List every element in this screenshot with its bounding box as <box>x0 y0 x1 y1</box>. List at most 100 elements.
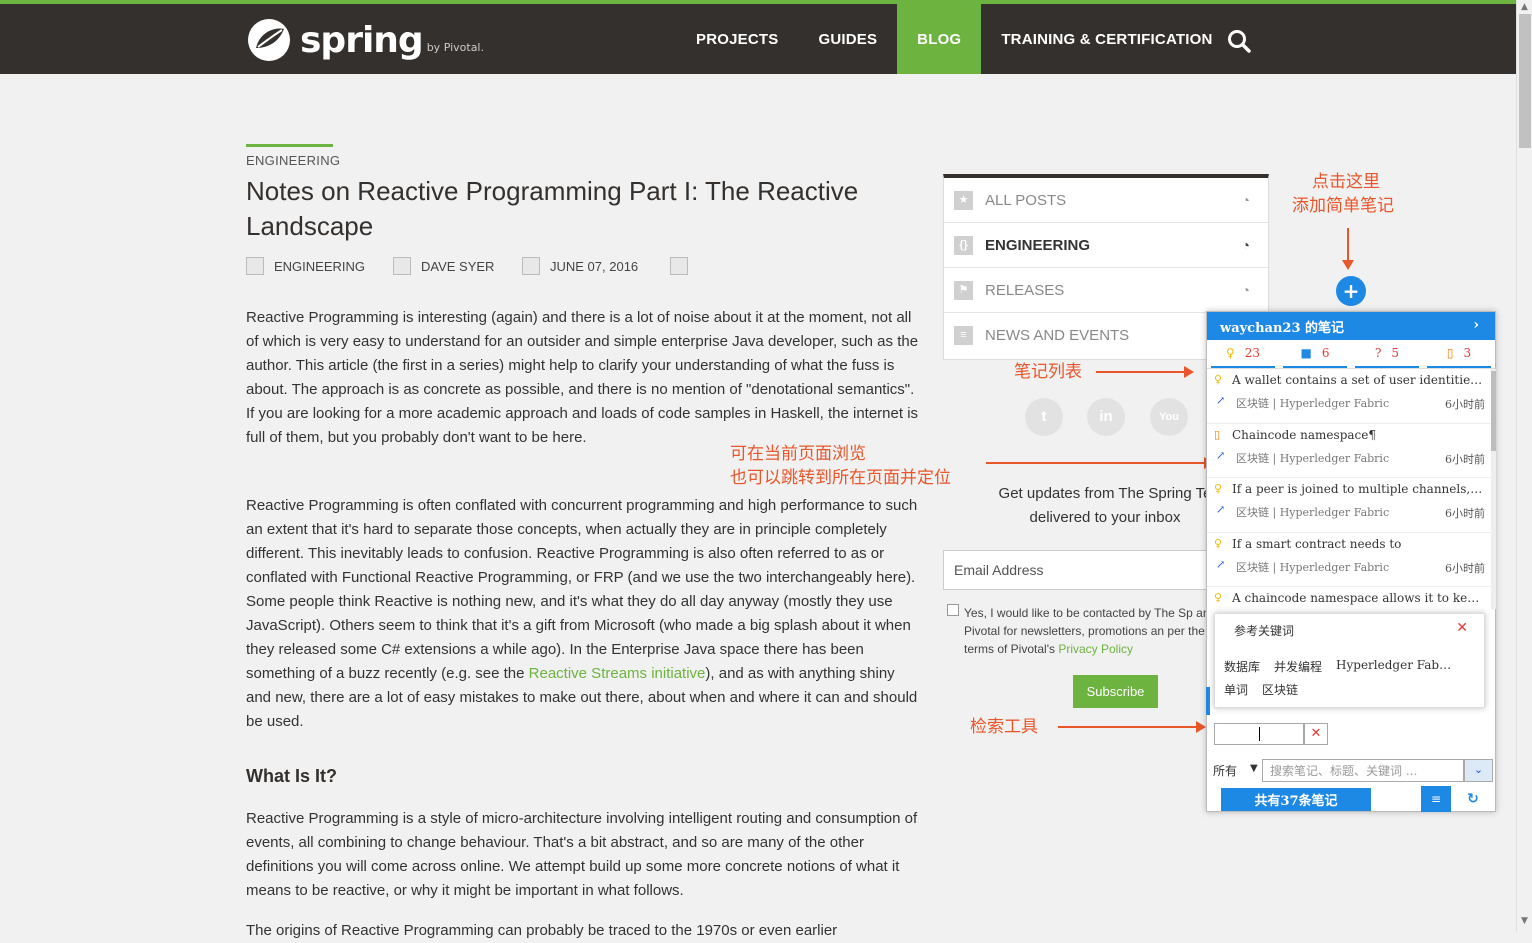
article-category[interactable]: ENGINEERING <box>246 153 340 168</box>
stat-count: 6 <box>1321 346 1330 360</box>
jump-to-page-icon[interactable]: ↗ <box>1216 558 1225 571</box>
note-time: 6小时前 <box>1445 398 1485 411</box>
note-time: 6小时前 <box>1445 507 1485 520</box>
linkedin-icon[interactable]: in <box>1087 398 1125 436</box>
chevron-down-icon[interactable]: ▼ <box>1250 763 1258 774</box>
stat-count: 5 <box>1391 346 1400 360</box>
top-navbar: spring by Pivotal. PROJECTS GUIDES BLOG … <box>0 4 1516 74</box>
tab-questions[interactable]: ? 5 <box>1355 340 1419 368</box>
youtube-icon[interactable]: You <box>1150 398 1188 436</box>
tab-ideas[interactable]: ♀ 23 <box>1211 340 1275 368</box>
meta-date: JUNE 07, 2016 <box>522 257 638 275</box>
article-paragraph-4: The origins of Reactive Programming can … <box>246 922 838 939</box>
clear-keyword-icon[interactable]: ✕ <box>1304 723 1328 745</box>
sidebar-item-releases[interactable]: ⚑ RELEASES ◔ <box>944 268 1268 313</box>
add-note-button[interactable]: + <box>1336 276 1366 306</box>
jump-to-page-icon[interactable]: ↗ <box>1216 449 1225 462</box>
filter-icon[interactable]: ≡ <box>1421 786 1451 812</box>
main-nav: PROJECTS GUIDES BLOG TRAINING & CERTIFIC… <box>676 4 1233 74</box>
list-item[interactable]: ♀ If a peer is joined to multiple channel… <box>1207 478 1491 533</box>
rss-icon[interactable]: ◔ <box>1242 237 1250 253</box>
meta-category[interactable]: ENGINEERING <box>246 257 365 275</box>
note-tags: 区块链 | Hyperledger Fabric <box>1236 397 1390 410</box>
reactive-streams-link[interactable]: Reactive Streams initiative <box>529 665 706 682</box>
note-title: A chaincode namespace allows it to ke… <box>1232 591 1480 605</box>
refresh-icon[interactable]: ↻ <box>1462 788 1484 810</box>
article-title: Notes on Reactive Programming Part I: Th… <box>246 176 859 241</box>
list-item[interactable]: ♀ A wallet contains a set of user identit… <box>1207 369 1491 424</box>
annotation-browse-2: 也可以跳转到所在页面并定位 <box>730 468 951 488</box>
search-icon[interactable] <box>1226 28 1252 58</box>
keyword-chip[interactable]: 数据库 <box>1224 658 1260 675</box>
chevron-right-icon[interactable]: › <box>1473 317 1479 333</box>
tab-clips[interactable]: ▯ 3 <box>1427 340 1491 368</box>
list-item[interactable]: ▯ Chaincode namespace¶ ↗ 区块链 | Hyperledger… <box>1207 424 1491 478</box>
note-tags: 区块链 | Hyperledger Fabric <box>1236 451 1390 465</box>
nav-training[interactable]: TRAINING & CERTIFICATION <box>981 4 1232 74</box>
email-field[interactable]: Email Address <box>943 550 1223 590</box>
privacy-policy-link[interactable]: Privacy Policy <box>1058 642 1133 656</box>
tab-comments[interactable]: ■ 6 <box>1283 340 1347 368</box>
keyword-row-1: 数据库 并发编程 Hyperledger Fab… <box>1224 658 1465 675</box>
scroll-up-icon[interactable]: ▲ <box>1521 2 1528 12</box>
consent-checkbox[interactable] <box>947 604 959 616</box>
rss-icon[interactable]: ◔ <box>1242 282 1250 298</box>
jump-to-page-icon[interactable]: ↗ <box>1216 394 1225 407</box>
note-title: If a smart contract needs to <box>1232 536 1402 551</box>
article-paragraph-1: Reactive Programming is interesting (aga… <box>246 309 919 446</box>
annotation-browse-1: 可在当前页面浏览 <box>730 444 866 464</box>
annotation-add-note-2: 添加简单笔记 <box>1292 196 1394 216</box>
note-list: ♀ A wallet contains a set of user identit… <box>1207 369 1491 613</box>
notes-panel-title: waychan23 的笔记 <box>1220 320 1345 336</box>
paragraph-2-text-a: Reactive Programming is often conflated … <box>246 497 918 682</box>
note-count-button[interactable]: 共有37条笔记 <box>1221 788 1371 811</box>
note-title: A wallet contains a set of user identiti… <box>1232 373 1483 387</box>
list-item[interactable]: ♀ A chaincode namespace allows it to ke… <box>1207 587 1491 613</box>
section-heading: What Is It? <box>246 766 337 786</box>
scroll-down-icon[interactable]: ▼ <box>1521 916 1528 926</box>
meta-comments[interactable] <box>670 257 688 275</box>
star-icon: ★ <box>954 190 973 210</box>
keyword-chip[interactable]: 单词 <box>1224 681 1248 698</box>
note-list-scroll-thumb[interactable] <box>1491 371 1496 451</box>
keyword-chip[interactable]: 并发编程 <box>1274 658 1322 675</box>
scrollbar-thumb[interactable] <box>1519 14 1531 148</box>
close-icon[interactable]: ✕ <box>1456 620 1468 636</box>
note-title: If a peer is joined to multiple channels… <box>1232 482 1485 496</box>
keyword-chip[interactable]: 区块链 <box>1262 681 1298 698</box>
bulb-icon: ♀ <box>1214 482 1223 495</box>
sidebar-item-all-posts[interactable]: ★ ALL POSTS ◔ <box>944 178 1268 223</box>
list-item[interactable]: ♀ If a smart contract needs to ↗ 区块链 | Hyp… <box>1207 533 1491 587</box>
nav-projects[interactable]: PROJECTS <box>676 4 798 74</box>
nav-blog[interactable]: BLOG <box>897 4 982 74</box>
bulb-icon: ♀ <box>1214 536 1223 550</box>
annotation-arrow-down <box>1342 228 1354 270</box>
annotation-arrow-note-list <box>1096 366 1194 378</box>
spring-logo[interactable]: spring by Pivotal. <box>246 16 484 64</box>
note-list-scrollbar[interactable] <box>1491 369 1496 609</box>
stat-count: 23 <box>1244 346 1261 360</box>
comment-icon <box>670 257 688 275</box>
scope-select[interactable]: 所有 <box>1213 762 1237 779</box>
page-scrollbar[interactable]: ▲ ▼ <box>1516 0 1532 932</box>
chat-icon: ■ <box>1300 346 1312 360</box>
keyword-chip[interactable]: Hyperledger Fab… <box>1336 658 1451 675</box>
sidebar-item-label: ENGINEERING <box>985 236 1091 254</box>
meta-date-label: JUNE 07, 2016 <box>550 258 639 274</box>
twitter-icon[interactable]: t <box>1025 398 1063 436</box>
meta-author[interactable]: DAVE SYER <box>393 257 494 275</box>
article-paragraph-3: Reactive Programming is a style of micro… <box>246 810 918 899</box>
search-options-chevron-icon[interactable]: ⌄ <box>1464 759 1493 782</box>
notes-search-input[interactable]: 搜索笔记、标题、关键词 ... <box>1262 759 1464 782</box>
sidebar-item-engineering[interactable]: {} ENGINEERING ◔ <box>944 223 1268 268</box>
clipboard-icon: ▯ <box>1214 427 1221 441</box>
note-title: Chaincode namespace¶ <box>1232 427 1376 442</box>
newspaper-icon: ≡ <box>954 326 973 345</box>
subscribe-button[interactable]: Subscribe <box>1073 675 1158 708</box>
jump-to-page-icon[interactable]: ↗ <box>1216 503 1225 516</box>
nav-guides[interactable]: GUIDES <box>798 4 897 74</box>
rss-icon[interactable]: ◔ <box>1242 192 1250 208</box>
keyword-input[interactable] <box>1214 723 1304 745</box>
annotation-search-tool: 检索工具 <box>970 717 1038 737</box>
consent-text: Yes, I would like to be contacted by The… <box>964 604 1224 658</box>
